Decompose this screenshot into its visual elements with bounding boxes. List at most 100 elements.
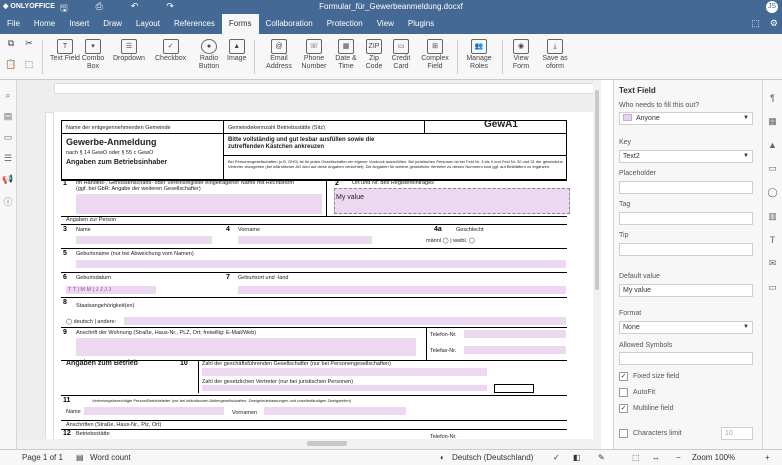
image-button[interactable]: ▲ Image (227, 39, 246, 63)
image-settings-icon[interactable]: ▲ (763, 140, 782, 150)
horizontal-ruler[interactable] (54, 83, 594, 94)
word-count-icon: ▤ (76, 453, 84, 462)
document-page[interactable]: Name der entgegennehmenden Gemeinde Geme… (54, 112, 594, 449)
fit-page-icon[interactable]: ⬚ (632, 453, 640, 462)
field-10a-input[interactable] (202, 368, 487, 376)
zoom-level[interactable]: Zoom 100% (692, 453, 735, 462)
telefax-input[interactable] (464, 346, 566, 354)
email-button[interactable]: @ Email Address (265, 39, 293, 71)
tab-insert[interactable]: Insert (62, 14, 96, 34)
name-input[interactable] (76, 236, 212, 244)
telefon-input[interactable] (464, 330, 566, 338)
field-11-name-input[interactable] (84, 407, 224, 415)
page-counter[interactable]: Page 1 of 1 (22, 453, 63, 462)
key-select[interactable]: Text2 ▼ (619, 150, 753, 163)
tab-draw[interactable]: Draw (96, 14, 129, 34)
tab-references[interactable]: References (167, 14, 222, 34)
field-2-value[interactable]: My value (336, 194, 364, 202)
default-value-input[interactable]: My value (619, 284, 753, 297)
manage-roles-button[interactable]: 👥 Manage Roles (462, 39, 496, 71)
dropdown-button[interactable]: ☰ Dropdown (113, 39, 145, 63)
tag-input[interactable] (619, 212, 753, 225)
zoom-out-icon[interactable]: − (676, 453, 681, 462)
tab-layout[interactable]: Layout (129, 14, 167, 34)
text-field-button[interactable]: T Text Field (50, 39, 80, 63)
paste-icon[interactable]: 📋 (2, 59, 20, 70)
credit-card-icon: ▭ (393, 39, 409, 54)
characters-limit-checkbox[interactable] (619, 429, 628, 438)
fit-width-icon[interactable]: ↔ (652, 453, 660, 462)
geburtsname-input[interactable] (76, 260, 566, 268)
radio-button-button[interactable]: ● Radio Button (197, 39, 221, 71)
about-icon[interactable]: ⓘ (0, 195, 16, 208)
horizontal-scrollbar[interactable] (17, 439, 601, 449)
datetime-button[interactable]: ▦ Date & Time (333, 39, 359, 71)
tab-file[interactable]: File (0, 14, 27, 34)
save-as-oform-button[interactable]: ⤓ Save as oform (540, 39, 570, 71)
field-2-text-input[interactable] (334, 188, 570, 214)
open-location-icon[interactable]: ⬚ (751, 18, 760, 29)
fixed-size-checkbox[interactable]: ✓ (619, 372, 628, 381)
tab-home[interactable]: Home (27, 14, 62, 34)
zip-button[interactable]: ZIP Zip Code (364, 39, 384, 71)
field-1-input[interactable] (76, 194, 322, 214)
header-footer-icon[interactable]: ▭ (763, 163, 782, 174)
chart-settings-icon[interactable]: ▥ (763, 211, 782, 222)
tab-view[interactable]: View (370, 14, 401, 34)
search-icon[interactable]: ⌕ (0, 90, 16, 101)
shape-settings-icon[interactable]: ◯ (763, 187, 782, 198)
view-form-button[interactable]: ◉ View Form (508, 39, 534, 71)
feedback-icon[interactable]: 📢 (0, 174, 16, 185)
geschlecht-options[interactable]: männl ◯ | weibl. ◯ (426, 238, 475, 244)
language-selector[interactable]: Deutsch (Deutschland) (452, 453, 533, 462)
doc-language-icon[interactable]: ◧ (573, 453, 581, 462)
word-count-button[interactable]: Word count (90, 453, 131, 462)
chat-icon[interactable]: ▭ (0, 132, 16, 143)
number-boxes[interactable] (494, 384, 534, 393)
zoom-in-icon[interactable]: + (765, 453, 770, 462)
format-select[interactable]: None ▼ (619, 321, 753, 334)
settings-icon[interactable]: ⚙ (770, 18, 778, 29)
comments-icon[interactable]: ▤ (0, 111, 16, 122)
who-select[interactable]: Anyone ▼ (619, 112, 753, 125)
tab-protection[interactable]: Protection (320, 14, 370, 34)
form-settings-icon[interactable]: ▭ (763, 282, 782, 293)
allowed-symbols-input[interactable] (619, 352, 753, 365)
phone-button[interactable]: ☏ Phone Number (299, 39, 329, 71)
checkbox-button[interactable]: ✓ Checkbox (155, 39, 186, 63)
vorname-input[interactable] (238, 236, 372, 244)
avatar[interactable]: JS (766, 1, 778, 13)
tab-forms[interactable]: Forms (221, 14, 259, 34)
mail-merge-icon[interactable]: ✉ (763, 258, 782, 269)
paragraph-settings-icon[interactable]: ¶ (763, 93, 782, 103)
tip-input[interactable] (619, 243, 753, 256)
vertical-scroll-thumb[interactable] (595, 90, 599, 290)
combo-box-button[interactable]: ▾ Combo Box (80, 39, 106, 71)
anschrift-input[interactable] (76, 338, 416, 356)
autofit-checkbox[interactable] (619, 388, 628, 397)
cut-icon[interactable]: ✂ (20, 38, 38, 49)
kennzahl-label: Gemeindekennzahl Betriebsstätte (Sitz) (228, 125, 325, 131)
select-all-icon[interactable]: ⬚ (20, 59, 38, 70)
characters-limit-input[interactable]: 10 (721, 427, 753, 440)
track-changes-icon[interactable]: ✎ (598, 453, 605, 462)
deutsch-option[interactable]: ◯ deutsch | andere: (66, 319, 116, 325)
vertical-scrollbar[interactable] (593, 80, 601, 439)
tab-collaboration[interactable]: Collaboration (259, 14, 320, 34)
complex-field-button[interactable]: ⊞ Complex Field (420, 39, 450, 71)
horizontal-scroll-thumb[interactable] (307, 441, 347, 446)
spellcheck-icon[interactable]: ✓ (553, 453, 560, 462)
geburtsort-input[interactable] (238, 286, 566, 294)
vertical-ruler[interactable] (45, 112, 54, 449)
table-settings-icon[interactable]: ▦ (763, 116, 782, 127)
navigation-icon[interactable]: ☰ (0, 153, 16, 164)
textart-settings-icon[interactable]: T (763, 235, 782, 245)
field-11-vornamen-input[interactable] (264, 407, 406, 415)
credit-card-button[interactable]: ▭ Credit Card (390, 39, 412, 71)
andere-input[interactable] (124, 317, 566, 325)
tab-plugins[interactable]: Plugins (401, 14, 441, 34)
placeholder-input[interactable] (619, 181, 753, 194)
multiline-checkbox[interactable]: ✓ (619, 404, 628, 413)
field-10b-input[interactable] (202, 385, 487, 391)
copy-icon[interactable]: ⧉ (2, 38, 20, 49)
